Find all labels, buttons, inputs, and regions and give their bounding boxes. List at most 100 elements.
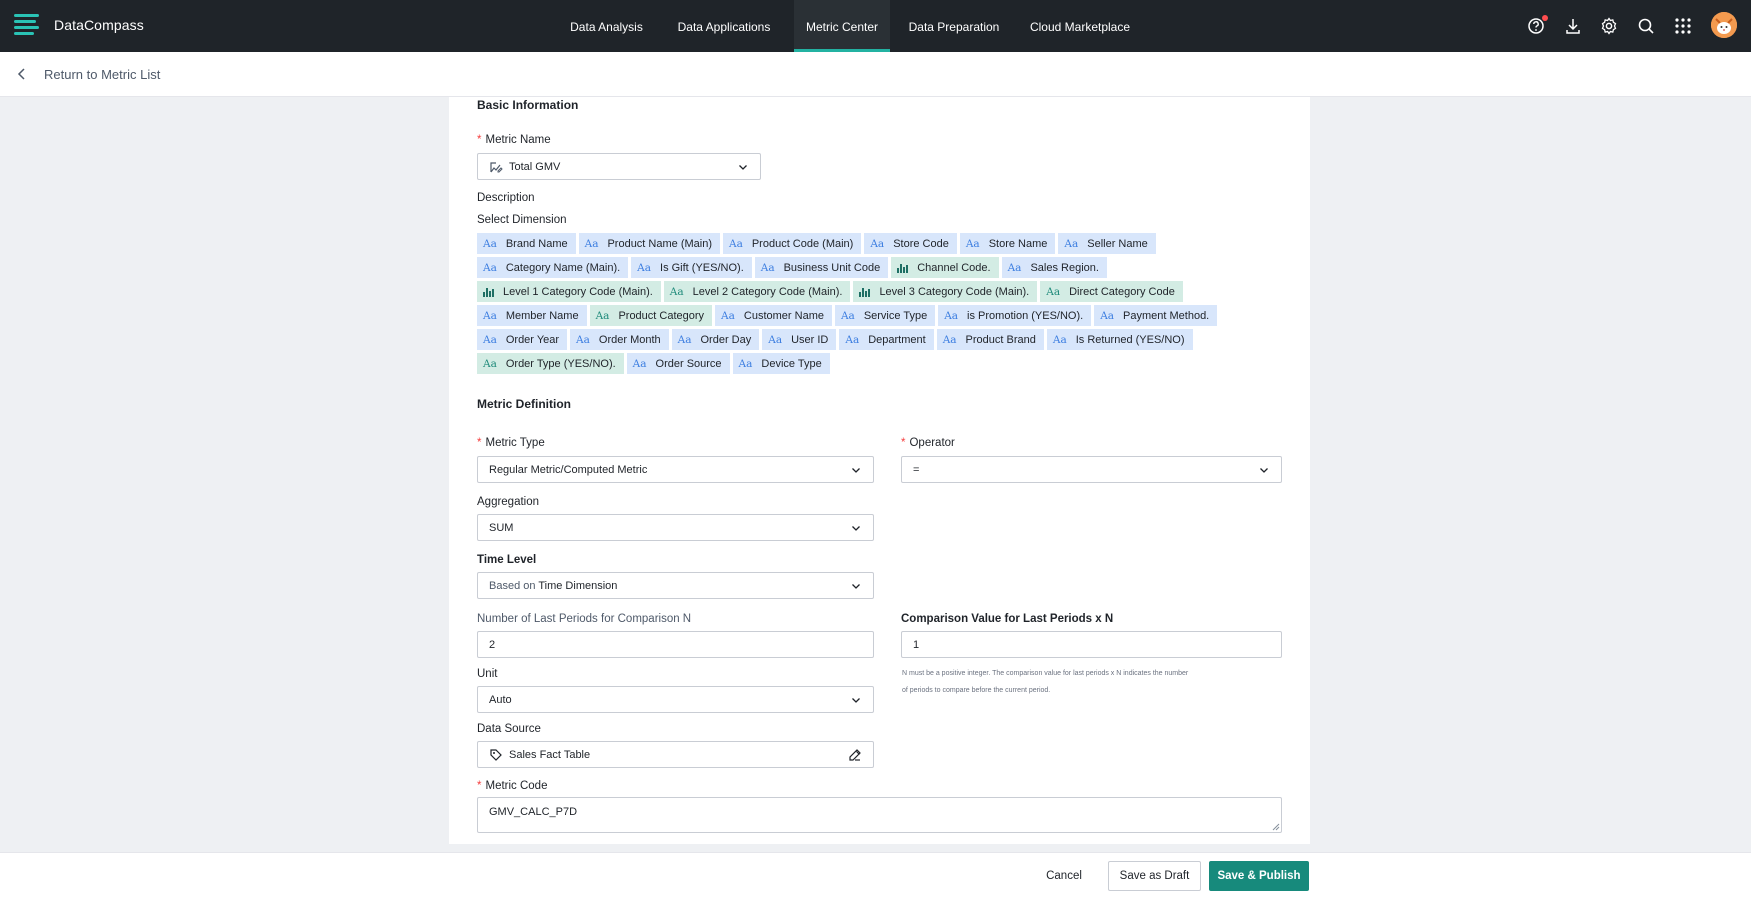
tab-data-analysis[interactable]: Data Analysis — [560, 0, 653, 52]
dimension-tag[interactable]: Aa User ID — [762, 329, 837, 350]
section-metric-definition: Metric Definition — [477, 397, 572, 411]
aggregation-select[interactable]: SUM — [477, 514, 874, 541]
section-basic-information: Basic Information — [477, 98, 579, 112]
back-to-list-link[interactable]: Return to Metric List — [44, 67, 160, 82]
metric-code-textarea[interactable]: GMV_CALC_P7D — [477, 797, 1282, 833]
dimension-tag[interactable]: Aa Order Type (YES/NO). — [477, 353, 624, 374]
cancel-button[interactable]: Cancel — [1034, 861, 1094, 891]
dimension-tag[interactable]: Aa Service Type — [834, 305, 936, 326]
resize-handle-icon[interactable] — [1271, 822, 1280, 831]
search-icon[interactable] — [1636, 16, 1656, 36]
dimension-tag[interactable]: Aa Category Name (Main). — [477, 257, 629, 278]
time-level-select[interactable]: Based on Time Dimension — [477, 572, 874, 599]
chevron-down-icon — [852, 467, 860, 473]
dimension-tag[interactable]: Aa Is Gift (YES/NO). — [631, 257, 752, 278]
comparison-value-input[interactable]: 1 — [901, 631, 1282, 658]
dimension-tag[interactable]: Level 1 Category Code (Main). — [477, 281, 661, 302]
user-avatar[interactable] — [1711, 12, 1737, 38]
app-logo[interactable]: DataCompass — [14, 12, 144, 37]
dimension-tag[interactable]: Aa Order Day — [671, 329, 760, 350]
time-level-label: Time Level — [477, 554, 537, 566]
text-type-icon: Aa — [632, 357, 647, 370]
select-dimension-label: Select Dimension — [477, 214, 567, 226]
dimension-tag[interactable]: Aa Product Category — [589, 305, 713, 326]
unit-select[interactable]: Auto — [477, 686, 874, 713]
dimension-tag[interactable]: Channel Code. — [891, 257, 999, 278]
dimension-tag-label: Seller Name — [1087, 237, 1148, 250]
tab-data-preparation[interactable]: Data Preparation — [906, 0, 1002, 52]
dimension-tag[interactable]: Aa is Promotion (YES/NO). — [938, 305, 1092, 326]
dimension-tag[interactable]: Aa Payment Method. — [1094, 305, 1218, 326]
save-draft-button[interactable]: Save as Draft — [1108, 861, 1201, 891]
dimension-tag-label: Order Source — [655, 357, 722, 370]
text-type-icon: Aa — [729, 237, 743, 250]
dimension-tag[interactable]: Aa Business Unit Code — [754, 257, 889, 278]
description-label: Description — [477, 192, 535, 204]
text-type-icon: Aa — [483, 357, 497, 370]
aggregation-label: Aggregation — [477, 496, 540, 508]
edit-icon[interactable] — [848, 748, 862, 762]
dimension-tag[interactable]: Aa Level 2 Category Code (Main). — [663, 281, 851, 302]
apps-grid-icon[interactable] — [1673, 16, 1693, 36]
settings-icon[interactable] — [1599, 16, 1619, 36]
dimension-tag[interactable]: Aa Member Name — [477, 305, 587, 326]
dimension-tag[interactable]: Aa Direct Category Code — [1040, 281, 1183, 302]
dimension-tag-row: Aa Brand Name Aa Product Name (Main) Aa Produ… — [477, 233, 1257, 254]
dimension-tag-label: Brand Name — [505, 237, 568, 250]
dimension-tag[interactable]: Aa Order Month — [570, 329, 669, 350]
text-type-icon: Aa — [1007, 261, 1022, 274]
tag-icon — [490, 748, 502, 761]
data-source-field[interactable]: Sales Fact Table — [477, 741, 874, 768]
tab-cloud-marketplace[interactable]: Cloud Marketplace — [1028, 0, 1132, 52]
dimension-tag[interactable]: Aa Order Year — [477, 329, 568, 350]
dimension-tag-label: Department — [868, 333, 926, 346]
operator-select[interactable]: = — [901, 456, 1282, 483]
text-type-icon: Aa — [965, 237, 980, 250]
dimension-tag[interactable]: Aa Product Code (Main) — [723, 233, 862, 254]
tab-data-applications[interactable]: Data Applications — [670, 0, 778, 52]
dimension-tag-label: Store Name — [988, 237, 1048, 250]
metric-name-select[interactable]: Total GMV — [477, 153, 761, 180]
dimension-tag[interactable]: Aa Product Name (Main) — [578, 233, 720, 254]
download-icon[interactable] — [1563, 16, 1583, 36]
dimension-tag[interactable]: Level 3 Category Code (Main). — [853, 281, 1038, 302]
save-publish-button[interactable]: Save & Publish — [1209, 861, 1309, 891]
dimension-tag[interactable]: Aa Is Returned (YES/NO) — [1046, 329, 1193, 350]
dimension-tag[interactable]: Aa Product Brand — [936, 329, 1044, 350]
dimension-tag-label: Level 2 Category Code (Main). — [692, 285, 843, 298]
help-icon[interactable] — [1526, 15, 1548, 36]
dimension-tag-label: Level 1 Category Code (Main). — [503, 285, 653, 298]
tab-metric-center[interactable]: Metric Center — [794, 0, 890, 52]
text-type-icon: Aa — [483, 333, 497, 346]
dimension-tag[interactable]: Aa Customer Name — [715, 305, 832, 326]
dimension-tag-label: Order Year — [505, 333, 560, 346]
dimension-tag[interactable]: Aa Store Code — [864, 233, 957, 254]
dimension-tag-label: Device Type — [761, 357, 822, 370]
dimension-tag-list: Aa Brand Name Aa Product Name (Main) Aa Produ… — [477, 233, 1257, 377]
dimension-tag[interactable]: Aa Brand Name — [477, 233, 576, 254]
chevron-down-icon — [852, 583, 860, 589]
text-type-icon: Aa — [1064, 237, 1079, 250]
chevron-left-icon[interactable] — [14, 66, 30, 82]
dimension-tag-label: Direct Category Code — [1069, 285, 1175, 298]
dimension-tag-label: Is Gift (YES/NO). — [660, 261, 744, 274]
dimension-tag[interactable]: Aa Order Source — [626, 353, 730, 374]
metric-name-label: * Metric Name — [477, 134, 551, 146]
dimension-tag-label: Channel Code. — [917, 261, 991, 274]
dimension-tag[interactable]: Aa Device Type — [732, 353, 830, 374]
text-type-icon: Aa — [1052, 333, 1067, 346]
dimension-tag[interactable]: Aa Seller Name — [1058, 233, 1156, 254]
dimension-tag-label: Order Month — [598, 333, 661, 346]
dimension-tag[interactable]: Aa Sales Region. — [1001, 257, 1107, 278]
periods-input[interactable]: 2 — [477, 631, 874, 658]
dimension-tag-label: Product Brand — [965, 333, 1036, 346]
page-header: Return to Metric List — [0, 52, 1751, 97]
metric-type-select[interactable]: Regular Metric/Computed Metric — [477, 456, 874, 483]
dimension-tag[interactable]: Aa Department — [839, 329, 934, 350]
dimension-tag-label: Product Code (Main) — [751, 237, 854, 250]
text-type-icon: Aa — [637, 261, 652, 274]
text-type-icon: Aa — [483, 237, 497, 250]
dimension-tag-label: Business Unit Code — [783, 261, 881, 274]
dimension-tag[interactable]: Aa Store Name — [959, 233, 1056, 254]
text-type-icon: Aa — [944, 309, 959, 322]
